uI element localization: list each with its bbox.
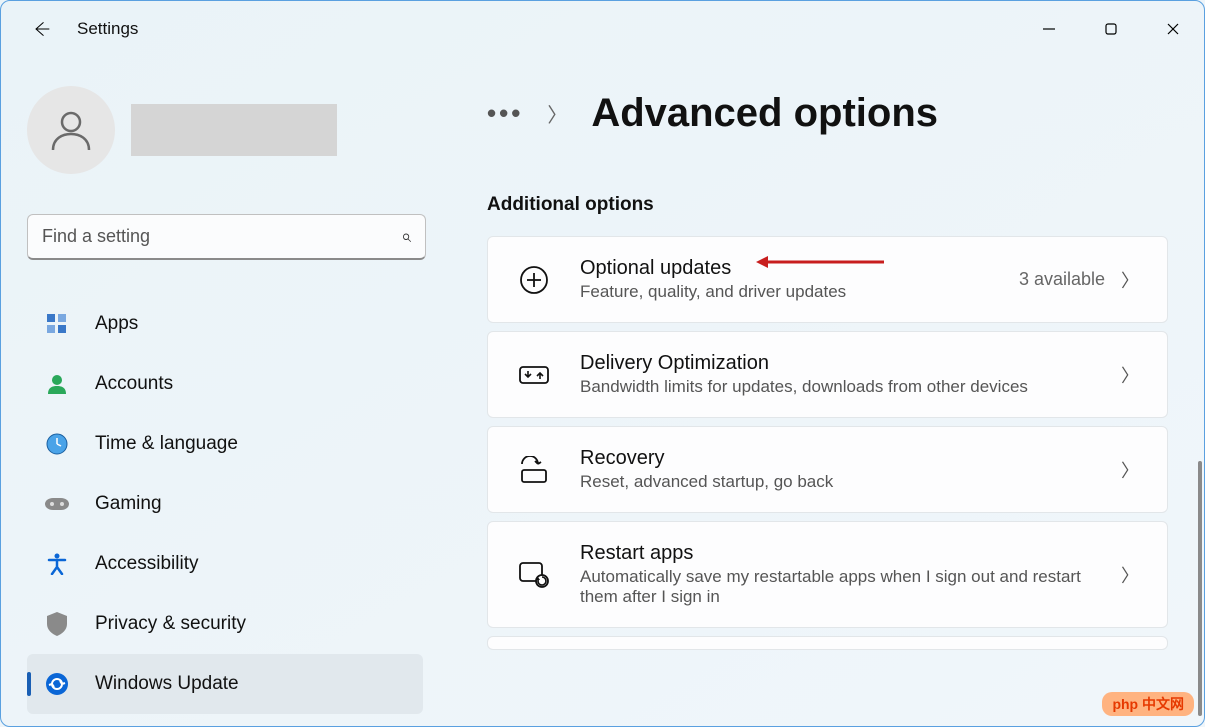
card-title: Recovery — [580, 447, 1121, 470]
profile-row[interactable] — [27, 86, 423, 174]
card-subtitle: Automatically save my restartable apps w… — [580, 567, 1121, 607]
main-content: ••• 〉 Advanced options Additional option… — [441, 56, 1204, 726]
page-title: Advanced options — [591, 91, 938, 136]
chevron-right-icon: 〉 — [547, 99, 567, 128]
sidebar-item-privacy-security[interactable]: Privacy & security — [27, 594, 423, 654]
card-title: Optional updates — [580, 257, 1019, 280]
card-status: 3 available — [1019, 269, 1105, 290]
chevron-right-icon: 〉 — [1121, 362, 1139, 388]
sidebar-item-accessibility[interactable]: Accessibility — [27, 534, 423, 594]
sidebar-item-label: Time & language — [95, 433, 238, 455]
nav: Apps Accounts Time & language Gaming — [27, 294, 423, 714]
card-title: Restart apps — [580, 542, 1121, 565]
sidebar-item-gaming[interactable]: Gaming — [27, 474, 423, 534]
card-subtitle: Feature, quality, and driver updates — [580, 282, 1019, 302]
section-label: Additional options — [487, 194, 1168, 216]
windows-update-icon — [45, 672, 69, 696]
sidebar-item-accounts[interactable]: Accounts — [27, 354, 423, 414]
sidebar: ⌕ Apps Accounts Time & language — [1, 56, 441, 726]
card-title: Delivery Optimization — [580, 352, 1121, 375]
chevron-right-icon: 〉 — [1121, 562, 1139, 588]
maximize-button[interactable] — [1080, 9, 1142, 49]
cards-list: Optional updates Feature, quality, and d… — [487, 236, 1168, 650]
search-box[interactable]: ⌕ — [27, 214, 426, 260]
avatar — [27, 86, 115, 174]
breadcrumb-overflow-button[interactable]: ••• — [487, 98, 523, 129]
apps-icon — [45, 312, 69, 336]
accounts-icon — [45, 372, 69, 396]
accessibility-icon — [45, 552, 69, 576]
card-recovery[interactable]: Recovery Reset, advanced startup, go bac… — [487, 426, 1168, 513]
sidebar-item-label: Apps — [95, 313, 138, 335]
scrollbar[interactable] — [1198, 461, 1202, 716]
card-subtitle: Reset, advanced startup, go back — [580, 472, 1121, 492]
back-button[interactable] — [29, 17, 53, 41]
shield-icon — [45, 612, 69, 636]
card-delivery-optimization[interactable]: Delivery Optimization Bandwidth limits f… — [487, 331, 1168, 418]
card-optional-updates[interactable]: Optional updates Feature, quality, and d… — [487, 236, 1168, 323]
card-restart-apps[interactable]: Restart apps Automatically save my resta… — [487, 521, 1168, 628]
time-language-icon — [45, 432, 69, 456]
chevron-right-icon: 〉 — [1121, 267, 1139, 293]
delivery-icon — [516, 357, 552, 393]
search-input[interactable] — [42, 226, 401, 247]
window-controls — [1018, 9, 1204, 49]
search-icon: ⌕ — [401, 226, 411, 247]
sidebar-item-label: Gaming — [95, 493, 162, 515]
sidebar-item-label: Windows Update — [95, 673, 239, 695]
restart-apps-icon — [516, 557, 552, 593]
card-next-partial[interactable] — [487, 636, 1168, 650]
sidebar-item-apps[interactable]: Apps — [27, 294, 423, 354]
close-button[interactable] — [1142, 9, 1204, 49]
watermark: php 中文网 — [1102, 692, 1194, 716]
recovery-icon — [516, 452, 552, 488]
card-subtitle: Bandwidth limits for updates, downloads … — [580, 377, 1121, 397]
plus-circle-icon — [516, 262, 552, 298]
breadcrumb: ••• 〉 Advanced options — [487, 91, 1168, 136]
sidebar-item-label: Accounts — [95, 373, 173, 395]
chevron-right-icon: 〉 — [1121, 457, 1139, 483]
sidebar-item-time-language[interactable]: Time & language — [27, 414, 423, 474]
sidebar-item-windows-update[interactable]: Windows Update — [27, 654, 423, 714]
profile-name-redacted — [131, 104, 337, 156]
app-title: Settings — [77, 19, 138, 39]
sidebar-item-label: Accessibility — [95, 553, 198, 575]
gaming-icon — [45, 492, 69, 516]
minimize-button[interactable] — [1018, 9, 1080, 49]
titlebar: Settings — [1, 1, 1204, 56]
sidebar-item-label: Privacy & security — [95, 613, 246, 635]
